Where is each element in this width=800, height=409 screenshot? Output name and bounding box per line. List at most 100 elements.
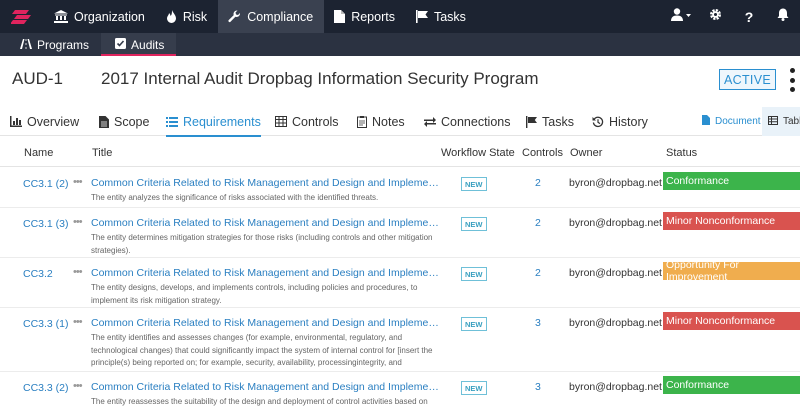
column-header-status[interactable]: Status xyxy=(666,147,697,159)
nav-tasks[interactable]: Tasks xyxy=(406,0,477,33)
nav-compliance-label: Compliance xyxy=(247,9,314,24)
column-header-name[interactable]: Name xyxy=(24,147,53,159)
table-row[interactable]: CC3.1 (2) ••• Common Criteria Related to… xyxy=(0,168,800,208)
tab-controls[interactable]: Controls xyxy=(275,107,339,136)
status-label: Opportunity For Improvement xyxy=(663,259,800,283)
tab-notes[interactable]: Notes xyxy=(357,107,405,136)
requirement-name-link[interactable]: CC3.1 (3) xyxy=(23,218,69,230)
nav-organization-label: Organization xyxy=(74,9,145,24)
list-icon xyxy=(166,116,178,127)
table-row[interactable]: CC3.2 ••• Common Criteria Related to Ris… xyxy=(0,258,800,308)
bell-icon xyxy=(777,8,789,26)
controls-count-link[interactable]: 2 xyxy=(535,217,541,229)
requirement-name-link[interactable]: CC3.1 (2) xyxy=(23,178,69,190)
subnav-audits[interactable]: Audits xyxy=(101,33,177,56)
flag-icon xyxy=(415,10,428,23)
page-title: 2017 Internal Audit Dropbag Information … xyxy=(101,69,539,88)
settings-button[interactable] xyxy=(698,0,732,33)
table-row[interactable]: CC3.3 (2) ••• Common Criteria Related to… xyxy=(0,372,800,406)
column-header-controls[interactable]: Controls xyxy=(522,147,563,159)
requirement-name-link[interactable]: CC3.3 (2) xyxy=(23,382,69,394)
column-header-owner[interactable]: Owner xyxy=(570,147,602,159)
requirement-title-link[interactable]: Common Criteria Related to Risk Manageme… xyxy=(91,267,439,279)
row-actions-icon[interactable]: ••• xyxy=(73,216,83,228)
status-badge[interactable]: ACTIVE xyxy=(719,69,776,90)
workflow-state-badge: NEW xyxy=(461,177,487,191)
workflow-state-badge: NEW xyxy=(461,217,487,231)
row-actions-icon[interactable]: ••• xyxy=(73,176,83,188)
document-icon xyxy=(702,115,710,128)
tab-history[interactable]: History xyxy=(592,107,648,136)
tab-requirements-label: Requirements xyxy=(183,114,261,129)
tab-tasks[interactable]: Tasks xyxy=(526,107,574,136)
user-menu[interactable] xyxy=(664,0,698,33)
tab-requirements[interactable]: Requirements xyxy=(166,107,261,137)
table-icon xyxy=(768,115,778,128)
status-label: Conformance xyxy=(663,376,800,394)
row-actions-icon[interactable]: ••• xyxy=(73,380,83,392)
controls-count-link[interactable]: 2 xyxy=(535,267,541,279)
bank-icon xyxy=(54,10,68,23)
row-actions-icon[interactable]: ••• xyxy=(73,266,83,278)
more-options-button[interactable] xyxy=(786,68,798,92)
requirement-description: The entity analyzes the significance of … xyxy=(91,193,379,202)
kebab-dot xyxy=(789,77,795,83)
tab-overview[interactable]: Overview xyxy=(10,107,79,136)
tab-history-label: History xyxy=(609,114,648,129)
tab-bar: Overview Scope Requirements Controls Not… xyxy=(0,107,800,137)
history-icon xyxy=(592,116,604,128)
help-icon: ? xyxy=(744,8,754,25)
requirement-name-link[interactable]: CC3.3 (1) xyxy=(23,318,69,330)
nav-risk[interactable]: Risk xyxy=(156,0,218,33)
row-actions-icon[interactable]: ••• xyxy=(73,316,83,328)
app-logo[interactable] xyxy=(0,0,44,33)
nav-reports[interactable]: Reports xyxy=(324,0,406,33)
owner-email: byron@dropbag.net xyxy=(569,267,662,279)
controls-count-link[interactable]: 3 xyxy=(535,381,541,393)
subnav-programs[interactable]: Programs xyxy=(0,33,101,56)
table-view-label: Tabl xyxy=(783,116,800,127)
requirement-description: The entity determines mitigation strateg… xyxy=(91,233,433,255)
requirement-title-link[interactable]: Common Criteria Related to Risk Manageme… xyxy=(91,317,439,329)
column-header-workflow-state[interactable]: Workflow State xyxy=(441,147,515,159)
workflow-state-badge: NEW xyxy=(461,267,487,281)
tab-connections[interactable]: Connections xyxy=(424,107,511,136)
requirement-title-link[interactable]: Common Criteria Related to Risk Manageme… xyxy=(91,177,439,189)
notifications-button[interactable] xyxy=(766,0,800,33)
flag-icon xyxy=(526,115,537,128)
nav-risk-label: Risk xyxy=(182,9,208,24)
file-icon xyxy=(99,115,109,128)
controls-count-link[interactable]: 2 xyxy=(535,177,541,189)
flame-icon xyxy=(166,10,177,23)
requirement-name-link[interactable]: CC3.2 xyxy=(23,268,53,280)
sub-navbar: Programs Audits xyxy=(0,33,800,56)
workflow-state-badge: NEW xyxy=(461,317,487,331)
tab-scope[interactable]: Scope xyxy=(99,107,149,136)
table-header: Name Title Workflow State Controls Owner… xyxy=(0,139,800,167)
road-icon xyxy=(20,38,32,52)
table-view-button[interactable]: Tabl xyxy=(762,107,800,136)
column-header-title[interactable]: Title xyxy=(92,147,112,159)
wrench-icon xyxy=(228,10,241,23)
status-label: Conformance xyxy=(663,172,800,190)
document-icon xyxy=(334,10,346,23)
kebab-dot xyxy=(789,68,795,73)
owner-email: byron@dropbag.net xyxy=(569,317,662,329)
table-row[interactable]: CC3.3 (1) ••• Common Criteria Related to… xyxy=(0,308,800,372)
requirement-title-link[interactable]: Common Criteria Related to Risk Manageme… xyxy=(91,381,439,393)
nav-tasks-label: Tasks xyxy=(433,9,466,24)
tab-scope-label: Scope xyxy=(114,114,150,129)
note-icon xyxy=(357,115,367,128)
workflow-state-badge: NEW xyxy=(461,381,487,395)
chart-icon xyxy=(10,116,22,127)
gear-icon xyxy=(709,8,722,26)
nav-compliance[interactable]: Compliance xyxy=(218,0,325,33)
tab-notes-label: Notes xyxy=(372,114,405,129)
nav-organization[interactable]: Organization xyxy=(44,0,156,33)
requirement-title-link[interactable]: Common Criteria Related to Risk Manageme… xyxy=(91,217,439,229)
document-view-button[interactable]: Document xyxy=(702,107,761,136)
table-row[interactable]: CC3.1 (3) ••• Common Criteria Related to… xyxy=(0,208,800,258)
user-icon xyxy=(671,7,691,26)
controls-count-link[interactable]: 3 xyxy=(535,317,541,329)
help-button[interactable]: ? xyxy=(732,0,766,33)
